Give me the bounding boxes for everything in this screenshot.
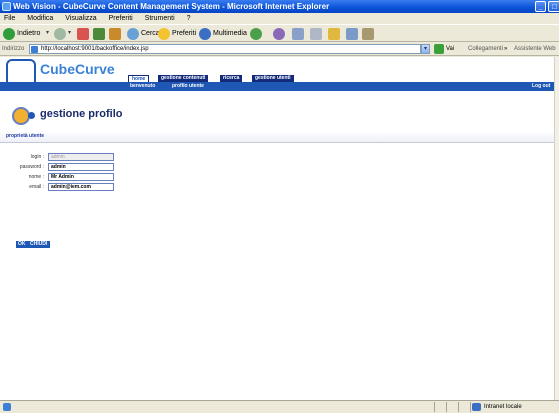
address-bar: Indirizzo http://localhost:9001/backoffi… bbox=[0, 42, 559, 56]
multimedia-button-label[interactable]: Multimedia bbox=[213, 27, 247, 41]
page-title: gestione profilo bbox=[40, 108, 123, 120]
section-header: proprietà utente bbox=[0, 131, 554, 143]
menu-visualizza[interactable]: Visualizza bbox=[65, 13, 96, 24]
tab-home[interactable]: home bbox=[128, 75, 150, 82]
intranet-zone-icon bbox=[472, 403, 481, 411]
cubecurve-logo-text: CubeCurve bbox=[40, 61, 115, 77]
messenger-icon[interactable] bbox=[346, 28, 358, 40]
form-row-nome: nome : Mr Admin bbox=[0, 173, 554, 181]
menu-preferiti[interactable]: Preferiti bbox=[109, 13, 133, 24]
email-label: email : bbox=[29, 184, 44, 190]
ie-window: Web Vision - CubeCurve Content Managemen… bbox=[0, 0, 559, 413]
sub-nav-bar: benvenuto profilo utente Log out bbox=[0, 82, 554, 91]
go-button-label[interactable]: Vai bbox=[446, 42, 454, 56]
title-bar: Web Vision - CubeCurve Content Managemen… bbox=[0, 0, 559, 13]
favorites-star-icon[interactable] bbox=[158, 28, 170, 40]
ok-button[interactable]: OK bbox=[16, 241, 28, 248]
stop-icon[interactable] bbox=[77, 28, 89, 40]
form-row-password: password : admin bbox=[0, 163, 554, 171]
login-label: login : bbox=[30, 154, 44, 160]
status-divider bbox=[446, 402, 447, 412]
refresh-icon[interactable] bbox=[93, 28, 105, 40]
tab-gestione-utenti[interactable]: gestione utenti bbox=[252, 75, 294, 82]
multimedia-icon[interactable] bbox=[199, 28, 211, 40]
mail-icon[interactable] bbox=[273, 28, 285, 40]
ie-app-icon bbox=[2, 2, 11, 11]
menu-help[interactable]: ? bbox=[187, 13, 191, 24]
browser-toolbar: Indietro ▾ ▾ Cerca Preferiti Multimedia bbox=[0, 24, 559, 42]
status-divider bbox=[470, 402, 471, 412]
menu-modifica[interactable]: Modifica bbox=[27, 13, 53, 24]
minimize-button[interactable]: _ bbox=[535, 1, 546, 12]
search-icon[interactable] bbox=[127, 28, 139, 40]
forward-arrow-icon[interactable] bbox=[54, 28, 66, 40]
subnav-benvenuto[interactable]: benvenuto bbox=[130, 82, 155, 91]
email-field[interactable]: admin@iem.com bbox=[48, 183, 114, 191]
status-divider bbox=[434, 402, 435, 412]
back-button-label[interactable]: Indietro bbox=[17, 27, 40, 41]
search-button-label[interactable]: Cerca bbox=[141, 27, 160, 41]
user-profile-icon bbox=[12, 107, 35, 125]
favorites-button-label[interactable]: Preferiti bbox=[172, 27, 196, 41]
forward-dropdown-icon[interactable]: ▾ bbox=[68, 29, 71, 36]
back-arrow-icon[interactable] bbox=[3, 28, 15, 40]
page-content: CubeCurve home gestione contenuti ricerc… bbox=[0, 57, 554, 400]
edit-icon[interactable] bbox=[310, 28, 322, 40]
vertical-scrollbar[interactable] bbox=[554, 57, 559, 400]
form-row-login: login : admin bbox=[0, 153, 554, 161]
window-title: Web Vision - CubeCurve Content Managemen… bbox=[13, 2, 330, 11]
folder-icon[interactable] bbox=[328, 28, 340, 40]
nome-label: nome : bbox=[28, 174, 44, 180]
back-dropdown-icon[interactable]: ▾ bbox=[46, 29, 49, 36]
status-bar: Intranet locale bbox=[0, 400, 559, 413]
go-arrow-icon[interactable] bbox=[434, 44, 444, 54]
close-button[interactable]: CHIUDI bbox=[27, 241, 51, 248]
address-dropdown-icon[interactable]: ▾ bbox=[421, 44, 430, 54]
menu-bar: File Modifica Visualizza Preferiti Strum… bbox=[0, 13, 559, 24]
history-icon[interactable] bbox=[250, 28, 262, 40]
page-status-icon bbox=[3, 403, 11, 411]
zone-label: Intranet locale bbox=[484, 404, 522, 410]
logout-link[interactable]: Log out bbox=[532, 82, 550, 91]
subnav-profilo-utente[interactable]: profilo utente bbox=[172, 82, 204, 91]
status-divider bbox=[458, 402, 459, 412]
nome-field[interactable]: Mr Admin bbox=[48, 173, 114, 181]
password-label: password : bbox=[19, 164, 44, 170]
links-chevron-icon[interactable]: » bbox=[504, 42, 507, 56]
research-icon[interactable] bbox=[362, 28, 374, 40]
tab-gestione-contenuti[interactable]: gestione contenuti bbox=[158, 75, 209, 82]
address-url: http://localhost:9001/backoffice/index.j… bbox=[41, 46, 149, 52]
password-field[interactable]: admin bbox=[48, 163, 114, 171]
address-input[interactable]: http://localhost:9001/backoffice/index.j… bbox=[29, 44, 421, 54]
links-label[interactable]: Collegamenti bbox=[468, 42, 503, 56]
assistant-web-label[interactable]: Assistente Web bbox=[514, 42, 556, 56]
maximize-button[interactable]: □ bbox=[548, 1, 559, 12]
menu-strumenti[interactable]: Strumenti bbox=[145, 13, 175, 24]
login-field: admin bbox=[48, 153, 114, 161]
print-icon[interactable] bbox=[292, 28, 304, 40]
tab-ricerca[interactable]: ricerca bbox=[220, 75, 243, 82]
address-label: Indirizzo bbox=[2, 46, 25, 52]
menu-file[interactable]: File bbox=[4, 13, 15, 24]
page-icon bbox=[31, 46, 38, 53]
home-icon[interactable] bbox=[109, 28, 121, 40]
form-row-email: email : admin@iem.com bbox=[0, 183, 554, 191]
